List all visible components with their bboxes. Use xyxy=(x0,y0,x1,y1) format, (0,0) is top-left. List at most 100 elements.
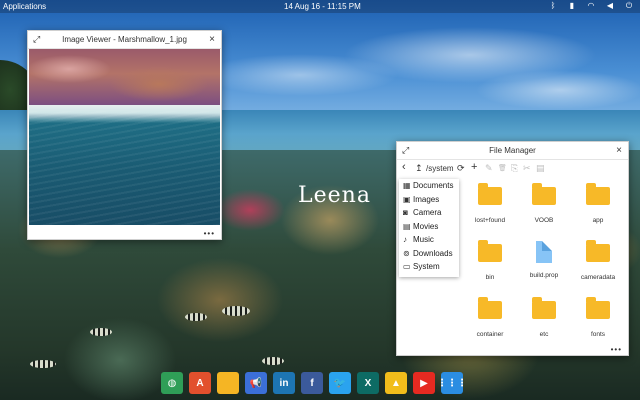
wallpaper-fish xyxy=(222,306,250,316)
file-item-label: lost+found xyxy=(474,217,506,224)
facebook-icon[interactable]: f xyxy=(301,372,323,394)
sidebar-item-system[interactable]: ▭ System xyxy=(399,260,459,274)
xing-icon[interactable]: X xyxy=(357,372,379,394)
path-field[interactable]: /system xyxy=(426,164,454,173)
wallpaper-fish xyxy=(30,360,56,368)
image-viewer-titlebar[interactable]: ⤢ Image Viewer - Marshmallow_1.jpg × xyxy=(28,31,221,49)
file-item-label: app xyxy=(592,217,604,224)
announcements-icon[interactable]: 📢 xyxy=(245,372,267,394)
documents-icon: ▦ xyxy=(403,181,411,190)
sidebar-item-label: Documents xyxy=(413,181,454,190)
desktop-watermark: Leena xyxy=(298,183,371,208)
file-item-label: fonts xyxy=(590,331,606,338)
edit-icon[interactable]: ✎ xyxy=(485,163,493,174)
sidebar-item-label: Images xyxy=(413,194,440,204)
file-item-label: etc xyxy=(539,331,549,338)
sidebar-item-images[interactable]: ▣ Images xyxy=(399,193,459,207)
system-tray: ᛒ ▮ ◠ ◀ ⏻ xyxy=(548,1,634,11)
more-options-icon[interactable]: ••• xyxy=(611,345,622,354)
file-manager-toolbar: ‹ ↥ /system ⟳ + ✎ 🗑 ⎘ ✂ ▤ xyxy=(397,160,628,178)
music-icon: ♪ xyxy=(403,235,407,244)
file-item[interactable]: bin xyxy=(465,240,515,291)
sidebar-item-documents[interactable]: ▦ Documents xyxy=(399,179,459,193)
folder-icon xyxy=(478,297,502,319)
drive-icon[interactable]: ▲ xyxy=(385,372,407,394)
delete-icon[interactable]: 🗑 xyxy=(498,164,507,172)
file-item[interactable]: VOOB xyxy=(519,183,569,234)
twitter-icon[interactable]: 🐦 xyxy=(329,372,351,394)
file-item-label: bin xyxy=(485,274,495,281)
cut-icon[interactable]: ✂ xyxy=(523,163,531,174)
folder-icon xyxy=(532,297,556,319)
sidebar-item-camera[interactable]: ◙ Camera xyxy=(399,206,459,220)
sidebar-item-movies[interactable]: ▤ Movies xyxy=(399,220,459,234)
applications-menu[interactable]: Applications xyxy=(3,2,46,11)
window-title: File Manager xyxy=(489,146,536,155)
folder-icon xyxy=(478,240,502,262)
file-item[interactable]: app xyxy=(573,183,623,234)
bluetooth-icon[interactable]: ᛒ xyxy=(548,1,558,11)
sidebar-item-label: System xyxy=(413,262,440,271)
volume-icon[interactable]: ◀ xyxy=(605,1,615,11)
add-icon[interactable]: + xyxy=(471,161,477,173)
image-viewer-window[interactable]: ⤢ Image Viewer - Marshmallow_1.jpg × ••• xyxy=(27,30,222,240)
wifi-icon[interactable]: ◠ xyxy=(586,1,596,11)
camera-icon: ◙ xyxy=(403,208,408,217)
linkedin-icon[interactable]: in xyxy=(273,372,295,394)
file-item[interactable]: cameradata xyxy=(573,240,623,291)
file-item[interactable]: build.prop xyxy=(519,241,569,291)
more-options-icon[interactable]: ••• xyxy=(204,229,215,238)
back-icon[interactable]: ‹ xyxy=(402,161,406,173)
file-item-label: container xyxy=(476,331,504,338)
close-icon[interactable]: × xyxy=(209,31,215,48)
window-title: Image Viewer - Marshmallow_1.jpg xyxy=(62,35,187,44)
system-icon: ▭ xyxy=(403,262,411,271)
files-icon[interactable] xyxy=(217,372,239,394)
clock[interactable]: 14 Aug 16 - 11:15 PM xyxy=(284,2,361,11)
sidebar-item-label: Movies xyxy=(413,221,439,231)
top-system-bar: Applications 14 Aug 16 - 11:15 PM ᛒ ▮ ◠ … xyxy=(0,0,640,13)
battery-icon[interactable]: ▮ xyxy=(567,1,577,11)
file-item[interactable]: lost+found xyxy=(465,183,515,234)
expand-icon[interactable]: ⤢ xyxy=(33,31,40,48)
sidebar-item-label: Downloads xyxy=(413,248,453,258)
file-item-label: build.prop xyxy=(529,272,559,279)
sidebar-item-music[interactable]: ♪ Music xyxy=(399,233,459,247)
wallpaper-fish xyxy=(185,313,207,321)
file-item-label: VOOB xyxy=(534,217,554,224)
folder-icon xyxy=(532,183,556,205)
folder-icon xyxy=(478,183,502,205)
expand-icon[interactable]: ⤢ xyxy=(402,142,409,159)
sidebar-item-label: Music xyxy=(413,235,434,244)
sidebar-item-downloads[interactable]: ⊚ Downloads xyxy=(399,247,459,261)
power-icon[interactable]: ⏻ xyxy=(624,1,634,11)
images-icon: ▣ xyxy=(403,194,411,204)
movies-icon: ▤ xyxy=(403,221,411,231)
close-icon[interactable]: × xyxy=(616,142,622,159)
file-item[interactable]: container xyxy=(465,297,515,348)
file-grid: lost+found VOOB app bin build.prop camer… xyxy=(465,183,625,344)
folder-icon xyxy=(586,297,610,319)
wallpaper-fish xyxy=(90,328,112,336)
app-dock: ◍ A 📢 in f 🐦 X ▲ ▶ ⋮⋮⋮ xyxy=(161,372,467,394)
file-manager-window[interactable]: ⤢ File Manager × ‹ ↥ /system ⟳ + ✎ 🗑 ⎘ ✂… xyxy=(396,141,629,356)
file-item-label: cameradata xyxy=(580,274,616,281)
sidebar-item-label: Camera xyxy=(413,208,442,217)
file-manager-sidebar: ▦ Documents ▣ Images ◙ Camera ▤ Movies ♪ Musi… xyxy=(399,179,459,277)
browser-icon[interactable]: ◍ xyxy=(161,372,183,394)
refresh-icon[interactable]: ⟳ xyxy=(457,163,465,174)
youtube-icon[interactable]: ▶ xyxy=(413,372,435,394)
file-item[interactable]: etc xyxy=(519,297,569,348)
up-icon[interactable]: ↥ xyxy=(415,163,423,174)
file-manager-titlebar[interactable]: ⤢ File Manager × xyxy=(397,142,628,160)
file-icon xyxy=(536,241,552,263)
wallpaper-fish xyxy=(262,357,284,365)
folder-icon xyxy=(586,240,610,262)
pdf-icon[interactable]: A xyxy=(189,372,211,394)
file-item[interactable]: fonts xyxy=(573,297,623,348)
downloads-icon: ⊚ xyxy=(403,248,410,258)
paste-icon[interactable]: ▤ xyxy=(536,163,545,174)
folder-icon xyxy=(586,183,610,205)
copy-icon[interactable]: ⎘ xyxy=(511,163,518,174)
app-grid-icon[interactable]: ⋮⋮⋮ xyxy=(437,372,467,394)
